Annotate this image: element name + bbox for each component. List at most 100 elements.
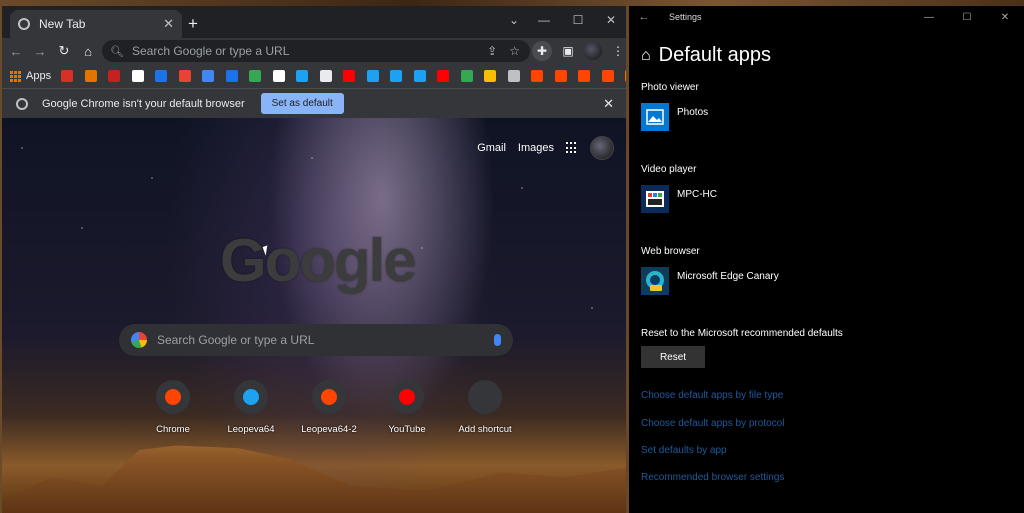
- settings-window-title: Settings: [669, 12, 702, 22]
- bookmark-favicon-icon[interactable]: [343, 70, 356, 82]
- bookmark-favicon-icon[interactable]: [84, 70, 97, 82]
- bookmark-favicon-icon[interactable]: [531, 70, 544, 82]
- shortcut-label: YouTube: [388, 424, 426, 435]
- menu-kebab-icon[interactable]: ⋮: [608, 41, 626, 61]
- photo-viewer-app-name: Photos: [677, 106, 709, 118]
- chrome-logo-icon: [16, 97, 28, 110]
- video-player-app-name: MPC-HC: [677, 188, 717, 200]
- bookmark-favicon-icon[interactable]: [507, 70, 520, 82]
- toolbar: ← → ↻ ⌂ 🔍︎ Search Google or type a URL ⇪…: [2, 38, 626, 64]
- link-default-apps-by-file-type[interactable]: Choose default apps by file type: [641, 390, 783, 401]
- bookmark-favicon-icon[interactable]: [249, 70, 262, 82]
- settings-maximize-button[interactable]: ☐: [948, 12, 986, 23]
- gmail-link[interactable]: Gmail: [477, 142, 506, 154]
- home-button[interactable]: ⌂: [78, 44, 98, 59]
- bookmark-favicon-icon[interactable]: [437, 70, 450, 82]
- web-browser-section: Web browser Microsoft Edge Canary: [641, 246, 779, 295]
- shortcut-tile[interactable]: YouTube: [368, 380, 446, 435]
- back-button[interactable]: ←: [6, 44, 26, 59]
- photo-viewer-app[interactable]: Photos: [641, 103, 708, 131]
- google-logo: Google: [220, 227, 417, 294]
- bookmark-favicon-icon[interactable]: [484, 70, 497, 82]
- omnibox-placeholder: Search Google or type a URL: [131, 44, 290, 58]
- bookmark-star-icon[interactable]: ☆: [509, 44, 520, 58]
- maximize-button[interactable]: ☐: [563, 10, 593, 30]
- bookmark-favicon-icon[interactable]: [155, 70, 168, 82]
- shortcut-tile[interactable]: Leopeva64: [212, 380, 290, 435]
- side-panel-icon[interactable]: ▣: [558, 41, 578, 61]
- settings-window: ← Settings — ☐ ✕ ⌂ Default apps Photo vi…: [629, 6, 1024, 513]
- bookmark-favicon-icon[interactable]: [554, 70, 567, 82]
- reset-button[interactable]: Reset: [641, 346, 705, 368]
- google-apps-icon[interactable]: [566, 142, 578, 154]
- photo-viewer-label: Photo viewer: [641, 82, 699, 93]
- chrome-favicon-icon: [18, 18, 30, 30]
- shortcut-label: Leopeva64: [227, 424, 275, 435]
- bookmark-favicon-icon[interactable]: [413, 70, 426, 82]
- chrome-window: New Tab ✕ + ⌄ — ☐ ✕ ← → ↻ ⌂ 🔍︎ Search Go…: [2, 6, 626, 513]
- microphone-icon[interactable]: [494, 334, 501, 346]
- infobar-close-icon[interactable]: ✕: [603, 96, 614, 112]
- close-window-button[interactable]: ✕: [596, 10, 626, 30]
- tab-close-icon[interactable]: ✕: [163, 16, 174, 32]
- bookmark-favicon-icon[interactable]: [625, 70, 626, 82]
- reload-button[interactable]: ↻: [54, 43, 74, 59]
- profile-avatar[interactable]: [584, 42, 602, 60]
- tab-new-tab[interactable]: New Tab ✕: [10, 10, 182, 38]
- shortcut-tiles: Chrome Leopeva64 Leopeva64-2 YouTube Add sho…: [134, 380, 524, 435]
- web-browser-app[interactable]: Microsoft Edge Canary: [641, 267, 779, 295]
- settings-titlebar: ← Settings — ☐ ✕: [629, 6, 1024, 28]
- set-as-default-button[interactable]: Set as default: [260, 93, 344, 114]
- bookmarks-bar: Apps »: [2, 64, 626, 88]
- extensions-puzzle-icon[interactable]: ✚: [532, 41, 552, 61]
- settings-minimize-button[interactable]: —: [910, 12, 948, 23]
- bookmark-favicon-icon[interactable]: [601, 70, 614, 82]
- bookmark-favicon-icon[interactable]: [178, 70, 191, 82]
- new-tab-button[interactable]: +: [188, 15, 198, 32]
- bookmark-favicon-icon[interactable]: [319, 70, 332, 82]
- landscape-ridge: [2, 445, 626, 513]
- bookmark-favicon-icon[interactable]: [366, 70, 379, 82]
- omnibox[interactable]: 🔍︎ Search Google or type a URL ⇪ ☆: [102, 40, 530, 62]
- tab-search-chevron-icon[interactable]: ⌄: [499, 10, 529, 30]
- home-icon[interactable]: ⌂: [641, 47, 651, 65]
- shortcut-label: Chrome: [156, 424, 190, 435]
- settings-back-icon[interactable]: ←: [629, 11, 659, 23]
- minimize-button[interactable]: —: [529, 10, 559, 30]
- bookmark-favicon-icon[interactable]: [108, 70, 121, 82]
- link-default-apps-by-protocol[interactable]: Choose default apps by protocol: [641, 418, 784, 429]
- shortcut-label: Add shortcut: [458, 424, 512, 435]
- bookmark-favicon-icon[interactable]: [61, 70, 74, 82]
- share-icon[interactable]: ⇪: [487, 44, 497, 58]
- forward-button[interactable]: →: [30, 44, 50, 59]
- shortcut-tile[interactable]: Chrome: [134, 380, 212, 435]
- ntp-search-box[interactable]: Search Google or type a URL: [119, 324, 513, 356]
- bookmark-list: [61, 70, 626, 82]
- shortcut-label: Leopeva64-2: [301, 424, 357, 435]
- infobar-message: Google Chrome isn't your default browser: [42, 97, 245, 110]
- settings-close-button[interactable]: ✕: [986, 12, 1024, 23]
- link-set-defaults-by-app[interactable]: Set defaults by app: [641, 445, 727, 456]
- bookmark-apps[interactable]: Apps: [10, 70, 51, 82]
- search-icon: 🔍︎: [110, 45, 124, 58]
- bookmark-favicon-icon[interactable]: [578, 70, 591, 82]
- ntp-profile-avatar[interactable]: [590, 136, 614, 160]
- shortcut-tile[interactable]: Add shortcut: [446, 380, 524, 435]
- bookmark-favicon-icon[interactable]: [225, 70, 238, 82]
- reddit-icon: [312, 380, 346, 414]
- shortcut-tile[interactable]: Leopeva64-2: [290, 380, 368, 435]
- ntp-search-placeholder: Search Google or type a URL: [157, 333, 315, 347]
- bookmark-favicon-icon[interactable]: [131, 70, 144, 82]
- video-player-app[interactable]: MPC-HC: [641, 185, 717, 213]
- bookmark-favicon-icon[interactable]: [390, 70, 403, 82]
- web-browser-label: Web browser: [641, 246, 700, 257]
- edge-canary-app-icon: [641, 267, 669, 295]
- bookmark-favicon-icon[interactable]: [272, 70, 285, 82]
- youtube-icon: [390, 380, 424, 414]
- tab-strip: New Tab ✕ + ⌄ — ☐ ✕: [2, 6, 626, 38]
- link-recommended-browser-settings[interactable]: Recommended browser settings: [641, 472, 784, 483]
- bookmark-favicon-icon[interactable]: [296, 70, 309, 82]
- images-link[interactable]: Images: [518, 142, 554, 154]
- bookmark-favicon-icon[interactable]: [202, 70, 215, 82]
- bookmark-favicon-icon[interactable]: [460, 70, 473, 82]
